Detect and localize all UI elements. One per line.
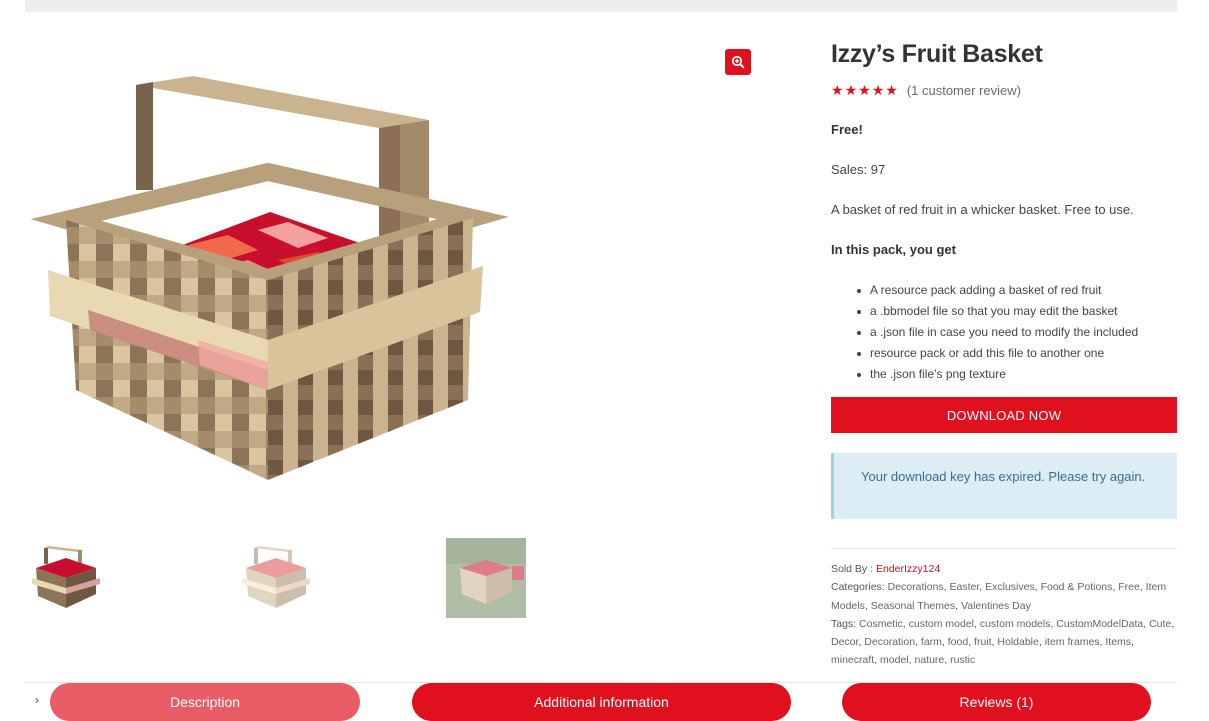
list-item: a .json file in case you need to modify … bbox=[845, 322, 1165, 343]
list-item-continuation: resource pack or add this file to anothe… bbox=[845, 343, 1165, 364]
thumbnail-3[interactable] bbox=[446, 538, 526, 618]
star-icon: ★ bbox=[831, 82, 844, 98]
product-main-image[interactable] bbox=[28, 40, 758, 520]
tags-label: Tags: bbox=[831, 617, 857, 630]
product-title: Izzy’s Fruit Basket bbox=[831, 40, 1043, 68]
star-icon: ★ bbox=[871, 82, 885, 98]
star-icon: ★ bbox=[858, 82, 871, 98]
tags-row: Tags: Cosmetic, custom model, custom mod… bbox=[831, 617, 1175, 667]
tag-link[interactable]: Decoration bbox=[864, 636, 915, 648]
tab-description[interactable]: Description bbox=[50, 683, 360, 721]
download-now-button[interactable]: DOWNLOAD NOW bbox=[831, 397, 1177, 433]
rating-row: ★ ★ ★ ★ ★ (1 customer review) bbox=[831, 82, 1177, 98]
magnify-plus-icon bbox=[731, 55, 745, 69]
tag-link[interactable]: food bbox=[948, 636, 968, 648]
expired-key-notice: Your download key has expired. Please tr… bbox=[831, 453, 1177, 519]
vendor-link[interactable]: EnderIzzy124 bbox=[876, 563, 940, 575]
star-icon: ★ bbox=[844, 82, 858, 98]
category-link[interactable]: Seasonal Themes bbox=[871, 600, 955, 612]
category-link[interactable]: Exclusives bbox=[985, 581, 1035, 593]
tag-link[interactable]: model bbox=[880, 654, 909, 666]
tab-additional-information[interactable]: Additional information bbox=[412, 683, 791, 721]
tag-link[interactable]: custom models bbox=[980, 618, 1051, 630]
tag-link[interactable]: CustomModelData bbox=[1056, 618, 1143, 630]
tag-link[interactable]: minecraft bbox=[831, 654, 874, 666]
chevron-right-icon[interactable]: › bbox=[35, 693, 39, 707]
tag-link[interactable]: Cute bbox=[1149, 618, 1171, 630]
tab-reviews[interactable]: Reviews (1) bbox=[842, 683, 1151, 721]
tag-link[interactable]: custom model bbox=[909, 618, 974, 630]
tag-link[interactable]: Cosmetic bbox=[859, 618, 903, 630]
product-summary: Izzy’s Fruit Basket ★ ★ ★ ★ ★ (1 custome… bbox=[831, 38, 1177, 666]
categories-row: Categories: Decorations, Easter, Exclusi… bbox=[831, 581, 1167, 612]
category-link[interactable]: Valentines Day bbox=[961, 600, 1031, 612]
tag-link[interactable]: nature bbox=[914, 654, 944, 666]
short-description: A basket of red fruit in a whicker baske… bbox=[831, 202, 1134, 217]
thumbnail-2[interactable] bbox=[236, 538, 316, 618]
tag-link[interactable]: rustic bbox=[950, 654, 975, 666]
zoom-button[interactable] bbox=[725, 49, 751, 75]
product-meta: Sold By : EnderIzzy124 Categories: Decor… bbox=[831, 560, 1177, 670]
category-link[interactable]: Decorations bbox=[888, 581, 944, 593]
review-link[interactable]: (1 customer review) bbox=[907, 83, 1021, 98]
list-item: a .bbmodel file so that you may edit the… bbox=[845, 301, 1165, 322]
tag-link[interactable]: Items bbox=[1105, 636, 1131, 648]
pack-heading: In this pack, you get bbox=[831, 242, 956, 257]
star-icon: ★ bbox=[885, 82, 898, 98]
categories-label: Categories: bbox=[831, 581, 885, 594]
tag-link[interactable]: item frames bbox=[1045, 636, 1100, 648]
list-item: the .json file’s png texture bbox=[845, 364, 1165, 385]
category-link[interactable]: Food & Potions bbox=[1041, 581, 1113, 593]
category-link[interactable]: Easter bbox=[950, 581, 980, 593]
price: Free! bbox=[831, 122, 863, 137]
pack-list: A resource pack adding a basket of red f… bbox=[845, 280, 1165, 385]
sold-by-label: Sold By : bbox=[831, 563, 874, 575]
divider bbox=[831, 548, 1177, 549]
tag-link[interactable]: farm bbox=[921, 636, 942, 648]
sold-by-row: Sold By : EnderIzzy124 bbox=[831, 560, 1177, 578]
tag-link[interactable]: Holdable bbox=[997, 636, 1038, 648]
sales-count: Sales: 97 bbox=[831, 162, 886, 177]
top-strip bbox=[25, 0, 1177, 12]
tag-link[interactable]: Decor bbox=[831, 636, 858, 648]
category-link[interactable]: Free bbox=[1118, 581, 1140, 593]
list-item: A resource pack adding a basket of red f… bbox=[845, 280, 1165, 301]
thumbnail-1[interactable] bbox=[26, 538, 106, 618]
tag-link[interactable]: fruit bbox=[974, 636, 992, 648]
star-rating: ★ ★ ★ ★ ★ bbox=[831, 83, 898, 97]
